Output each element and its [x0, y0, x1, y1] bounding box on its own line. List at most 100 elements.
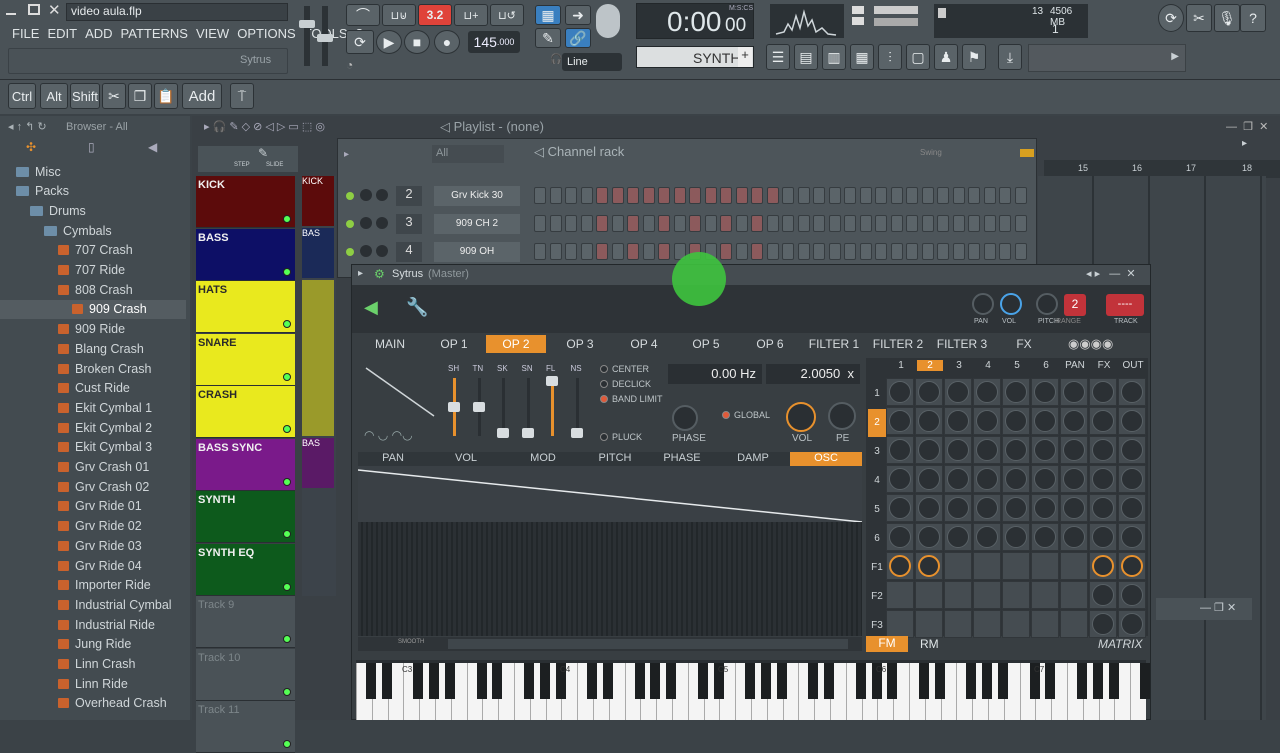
black-key[interactable]: [776, 663, 787, 699]
phase-knob[interactable]: [672, 405, 698, 431]
step-button[interactable]: [565, 215, 577, 232]
step-button[interactable]: [782, 215, 794, 232]
clip-kick[interactable]: KICK: [302, 176, 334, 226]
matrix-knob[interactable]: [1121, 613, 1143, 635]
black-key[interactable]: [1045, 663, 1056, 699]
step-button[interactable]: [813, 187, 825, 204]
matrix-knob[interactable]: [976, 410, 998, 432]
step-button[interactable]: [735, 215, 748, 232]
matrix-knob[interactable]: [976, 468, 998, 490]
channel-vol-knob[interactable]: [376, 189, 388, 201]
step-button[interactable]: [782, 187, 794, 204]
step-button[interactable]: [565, 243, 577, 260]
step-button[interactable]: [890, 187, 903, 204]
add-channel-icon[interactable]: +: [738, 47, 752, 67]
track-led-icon[interactable]: [283, 267, 291, 276]
matrix-cell[interactable]: [944, 581, 972, 609]
playlist-tools-icon[interactable]: ▸ 🎧 ✎ ◇ ⊘ ◁ ▷ ▭ ⬚ ◎: [204, 120, 325, 133]
matrix-knob[interactable]: [1063, 526, 1085, 548]
step-button[interactable]: [611, 243, 624, 260]
step-button[interactable]: [999, 187, 1011, 204]
download-icon[interactable]: ⤓: [998, 44, 1022, 70]
option-label[interactable]: BAND LIMIT: [612, 394, 663, 404]
master-volume-slider[interactable]: [299, 6, 315, 66]
track-header[interactable]: Track 11: [196, 701, 295, 753]
black-key[interactable]: [539, 663, 550, 699]
black-key[interactable]: [934, 663, 945, 699]
browser-item[interactable]: 707 Crash: [0, 241, 186, 260]
step-button[interactable]: [534, 215, 546, 232]
step-button[interactable]: [782, 243, 794, 260]
track-header[interactable]: BASS SYNC: [196, 438, 295, 491]
step-button[interactable]: [921, 187, 934, 204]
slider-handle[interactable]: [448, 402, 460, 412]
matrix-knob[interactable]: [889, 381, 911, 403]
step-button[interactable]: [844, 187, 856, 204]
matrix-knob[interactable]: [947, 526, 969, 548]
loop-record-icon[interactable]: ⊔↺: [490, 4, 524, 26]
waveform-shape[interactable]: [360, 362, 440, 422]
step-button[interactable]: [952, 215, 965, 232]
matrix-knob[interactable]: [889, 468, 911, 490]
black-key[interactable]: [1140, 663, 1151, 699]
browser-item[interactable]: Linn Crash: [0, 655, 186, 674]
option-radio-icon[interactable]: [600, 433, 608, 441]
black-key[interactable]: [824, 663, 835, 699]
piano-roll-icon[interactable]: ▤: [794, 44, 818, 70]
pitch-knob[interactable]: [1036, 293, 1058, 315]
template-icon[interactable]: ▢: [906, 44, 930, 70]
step-button[interactable]: [720, 187, 732, 204]
browser-item[interactable]: Broken Crash: [0, 359, 186, 378]
track-led-icon[interactable]: [283, 477, 291, 486]
step-button[interactable]: [1014, 187, 1027, 204]
help-icon[interactable]: ?: [1240, 4, 1266, 32]
matrix-knob[interactable]: [1034, 439, 1056, 461]
step-button[interactable]: [766, 215, 779, 232]
matrix-knob[interactable]: [1034, 526, 1056, 548]
matrix-knob[interactable]: [1005, 468, 1027, 490]
draw-icon[interactable]: ✎: [535, 28, 561, 48]
black-key[interactable]: [666, 663, 677, 699]
step-button[interactable]: [952, 187, 965, 204]
step-button[interactable]: [704, 187, 717, 204]
tab-op5[interactable]: OP 5: [676, 335, 736, 353]
matrix-knob[interactable]: [976, 526, 998, 548]
white-key[interactable]: [1130, 663, 1132, 720]
track-header[interactable]: Track 10: [196, 648, 295, 701]
tab-op3[interactable]: OP 3: [550, 335, 610, 353]
matrix-cell[interactable]: [944, 552, 972, 580]
matrix-cell[interactable]: [1060, 581, 1088, 609]
black-key[interactable]: [1108, 663, 1119, 699]
matrix-cell[interactable]: [944, 610, 972, 638]
step-button[interactable]: [828, 187, 841, 204]
menu-item-view[interactable]: VIEW: [196, 26, 229, 41]
option-radio-icon[interactable]: [600, 395, 608, 403]
black-key[interactable]: [366, 663, 376, 699]
matrix-knob[interactable]: [947, 497, 969, 519]
rack-filter[interactable]: All: [432, 145, 504, 163]
step-button[interactable]: [813, 243, 825, 260]
subtab-damp[interactable]: DAMP: [716, 452, 790, 466]
browser-item[interactable]: Ekit Cymbal 2: [0, 418, 186, 437]
slider-handle[interactable]: [472, 402, 485, 412]
subtab-osc[interactable]: OSC: [790, 452, 862, 466]
menu-item-file[interactable]: FILE: [12, 26, 39, 41]
channel-number[interactable]: 4: [396, 242, 422, 262]
cut-icon[interactable]: ✂: [102, 83, 126, 109]
track-led-icon[interactable]: [283, 215, 291, 223]
track-led-icon[interactable]: [283, 425, 291, 433]
step-button[interactable]: [596, 215, 608, 232]
step-button[interactable]: [580, 215, 593, 232]
browser-item[interactable]: 909 Ride: [0, 320, 186, 339]
step-button[interactable]: [580, 243, 593, 260]
channel-led-icon[interactable]: [346, 248, 354, 256]
envelope-editor[interactable]: [358, 466, 862, 636]
master-knob[interactable]: [596, 4, 620, 38]
channel-number[interactable]: 2: [396, 186, 422, 206]
step-button[interactable]: [797, 187, 810, 204]
step-button[interactable]: [534, 243, 546, 260]
channel-rack-icon[interactable]: ▥: [822, 44, 846, 70]
close-icon[interactable]: ✕: [48, 1, 61, 19]
matrix-cell[interactable]: [1060, 610, 1088, 638]
mic-icon[interactable]: 🎙: [1214, 4, 1240, 32]
